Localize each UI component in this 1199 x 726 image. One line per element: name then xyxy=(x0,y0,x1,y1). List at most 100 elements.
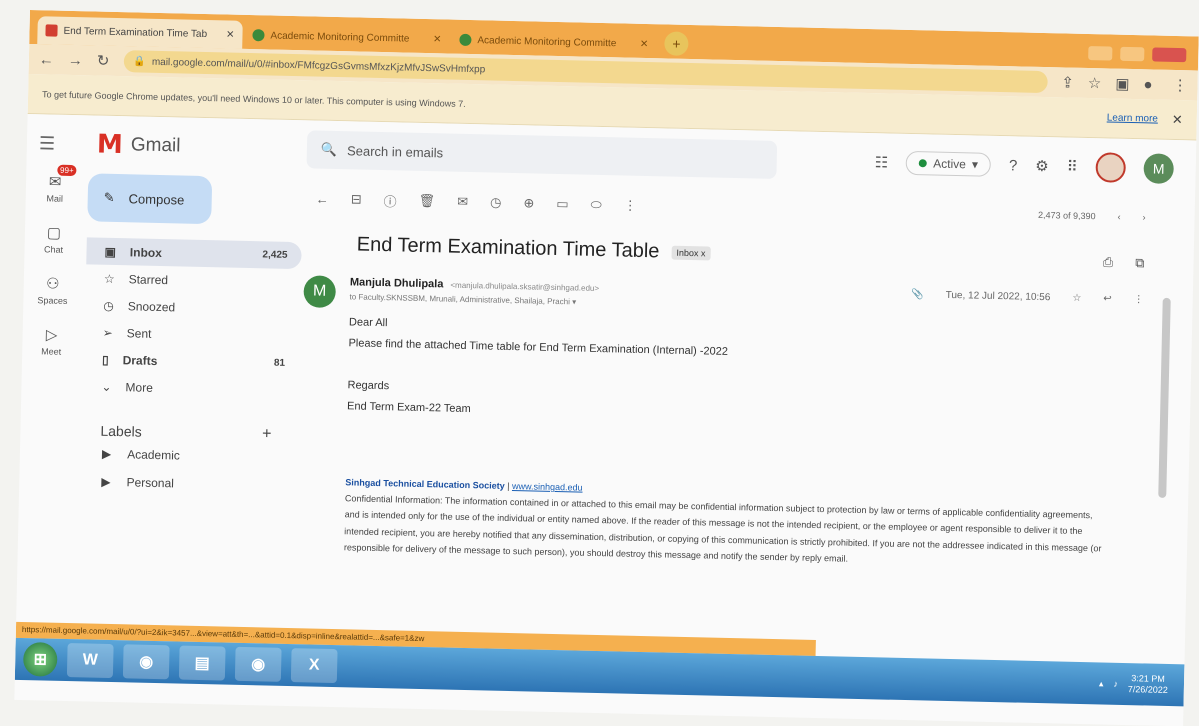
sidebar-item-label: More xyxy=(125,379,154,395)
infobar-text: To get future Google Chrome updates, you… xyxy=(41,88,466,109)
close-icon[interactable]: ✕ xyxy=(226,29,235,40)
search-input[interactable]: Search in emails xyxy=(347,143,443,160)
chevron-down-icon: ▾ xyxy=(572,297,577,307)
archive-icon[interactable]: ⊟ xyxy=(351,191,362,207)
draft-icon: ▯ xyxy=(101,352,109,367)
mail-icon: ✉ 99+ xyxy=(49,164,77,191)
next-icon[interactable]: › xyxy=(1142,212,1145,222)
labels-heading: Labels xyxy=(100,422,142,440)
clock[interactable]: 3:21 PM 7/26/2022 xyxy=(1128,673,1169,695)
label-icon[interactable]: ⬭ xyxy=(590,197,601,213)
sidebar: ✎ Compose ▣ Inbox 2,425 ☆ Starred ◷ Snoo… xyxy=(81,173,303,500)
minimize-button[interactable] xyxy=(1088,46,1113,61)
recipients-line[interactable]: to Faculty.SKNSSBM, Mrunali, Administrat… xyxy=(349,292,598,307)
label-name: Academic xyxy=(127,447,181,463)
clock-icon: ◷ xyxy=(103,298,114,313)
url-text: mail.google.com/mail/u/0/#inbox/FMfcgzGs… xyxy=(151,56,486,75)
taskbar-chrome-2[interactable]: ◉ xyxy=(234,646,282,682)
sidebar-item-label: Drafts xyxy=(122,352,158,368)
settings-gear-icon[interactable]: ⚙ xyxy=(1035,157,1049,175)
pager: 2,473 of 9,390 ‹ › xyxy=(1038,210,1176,223)
clock-date: 7/26/2022 xyxy=(1127,684,1168,695)
filter-icon[interactable]: ☷ xyxy=(875,153,889,171)
rail-chat[interactable]: ▢ Chat xyxy=(24,223,83,255)
sender-block: Manjula Dhulipala <manjula.dhulipala.sks… xyxy=(349,276,599,314)
maximize-button[interactable] xyxy=(1120,46,1145,62)
back-arrow-icon[interactable]: ← xyxy=(316,191,329,206)
new-tab-button[interactable]: + xyxy=(664,31,689,56)
label-tag-icon: ▶ xyxy=(101,474,111,489)
mark-unread-icon[interactable]: ✉ xyxy=(457,194,468,210)
profile-icon[interactable]: ● xyxy=(1143,76,1152,93)
print-icon[interactable]: ⎙ xyxy=(1103,254,1114,270)
share-icon[interactable]: ⇪ xyxy=(1061,73,1074,91)
taskbar-excel[interactable]: X xyxy=(290,648,338,684)
network-icon[interactable]: ▴ xyxy=(1099,678,1104,689)
spaces-icon: ⚇ xyxy=(45,275,60,293)
snooze-icon[interactable]: ◷ xyxy=(490,194,502,210)
move-to-icon[interactable]: ▭ xyxy=(556,196,569,212)
close-icon[interactable]: ✕ xyxy=(433,34,442,45)
search-icon[interactable]: 🔍 xyxy=(321,142,338,158)
unread-count: 2,425 xyxy=(262,249,288,261)
more-icon[interactable]: ⋮ xyxy=(1134,294,1144,305)
search-box[interactable]: 🔍 Search in emails xyxy=(306,130,778,179)
forward-icon[interactable]: → xyxy=(68,51,83,68)
help-icon[interactable]: ? xyxy=(1009,157,1018,174)
system-tray: ▴ ♪ 3:21 PM 7/26/2022 xyxy=(1099,673,1185,697)
reply-icon[interactable]: ↩ xyxy=(1103,293,1112,304)
gmail-logo[interactable]: M Gmail xyxy=(97,130,298,165)
app-rail: ✉ 99+ Mail ▢ Chat ⚇ Spaces ▷ Meet xyxy=(16,164,85,633)
window-close-button[interactable] xyxy=(1152,47,1187,63)
delete-icon[interactable]: 🗑 xyxy=(419,193,436,209)
rail-mail[interactable]: ✉ 99+ Mail xyxy=(26,164,85,204)
taskbar-word[interactable]: W xyxy=(66,643,114,679)
main-menu-icon[interactable]: ☰ xyxy=(39,133,79,155)
apps-grid-icon[interactable]: ⠿ xyxy=(1067,158,1078,176)
gmail-wordmark: Gmail xyxy=(130,134,181,157)
active-dot-icon xyxy=(919,159,928,168)
taskbar-chrome[interactable]: ◉ xyxy=(122,644,170,680)
site-favicon-icon xyxy=(252,29,265,42)
lock-icon: 🔒 xyxy=(133,55,147,68)
close-icon[interactable]: ✕ xyxy=(640,38,649,49)
rail-spaces[interactable]: ⚇ Spaces xyxy=(23,274,82,306)
organization-logo xyxy=(1095,152,1127,183)
status-label: Active xyxy=(933,156,967,172)
taskbar-explorer[interactable]: ▤ xyxy=(178,645,226,681)
compose-label: Compose xyxy=(128,190,185,208)
reload-icon[interactable]: ↻ xyxy=(97,52,110,70)
rail-label: Meet xyxy=(41,346,62,357)
learn-more-link[interactable]: Learn more xyxy=(1107,112,1158,124)
star-icon[interactable]: ☆ xyxy=(1072,293,1081,304)
add-task-icon[interactable]: ⊕ xyxy=(523,195,534,211)
star-icon: ☆ xyxy=(103,271,115,286)
sidebar-item-more[interactable]: ⌄ More xyxy=(83,372,299,404)
gmail-m-icon: M xyxy=(96,129,124,161)
org-site-link[interactable]: www.sinhgad.edu xyxy=(512,481,583,493)
compose-button[interactable]: ✎ Compose xyxy=(87,173,213,225)
add-label-icon[interactable]: + xyxy=(262,425,272,443)
label-personal[interactable]: ▶ Personal xyxy=(81,467,297,500)
sidebar-item-label: Inbox xyxy=(129,244,163,260)
infobar-close-icon[interactable]: ✕ xyxy=(1172,111,1183,127)
sender-name[interactable]: Manjula Dhulipala xyxy=(350,276,444,290)
back-icon[interactable]: ← xyxy=(39,51,54,68)
start-button[interactable]: ⊞ xyxy=(22,642,58,677)
extensions-icon[interactable]: ▣ xyxy=(1115,75,1130,93)
account-avatar[interactable]: M xyxy=(1143,153,1175,184)
sidebar-item-label: Snoozed xyxy=(127,298,176,314)
status-selector[interactable]: Active ▾ xyxy=(905,150,992,177)
email-footer: Sinhgad Technical Education Society | ww… xyxy=(298,473,1170,574)
prev-icon[interactable]: ‹ xyxy=(1117,212,1120,222)
chevron-down-icon: ▾ xyxy=(971,157,979,172)
browser-menu-icon[interactable]: ⋮ xyxy=(1172,76,1187,94)
rail-meet[interactable]: ▷ Meet xyxy=(22,325,81,357)
volume-icon[interactable]: ♪ xyxy=(1113,679,1118,689)
report-spam-icon[interactable]: ⓘ xyxy=(383,191,396,210)
more-icon[interactable]: ⋮ xyxy=(624,198,637,214)
bookmark-star-icon[interactable]: ☆ xyxy=(1088,74,1102,92)
inbox-icon: ▣ xyxy=(104,244,117,259)
open-new-window-icon[interactable]: ⧉ xyxy=(1135,255,1145,271)
inbox-chip[interactable]: Inbox x xyxy=(671,245,711,260)
